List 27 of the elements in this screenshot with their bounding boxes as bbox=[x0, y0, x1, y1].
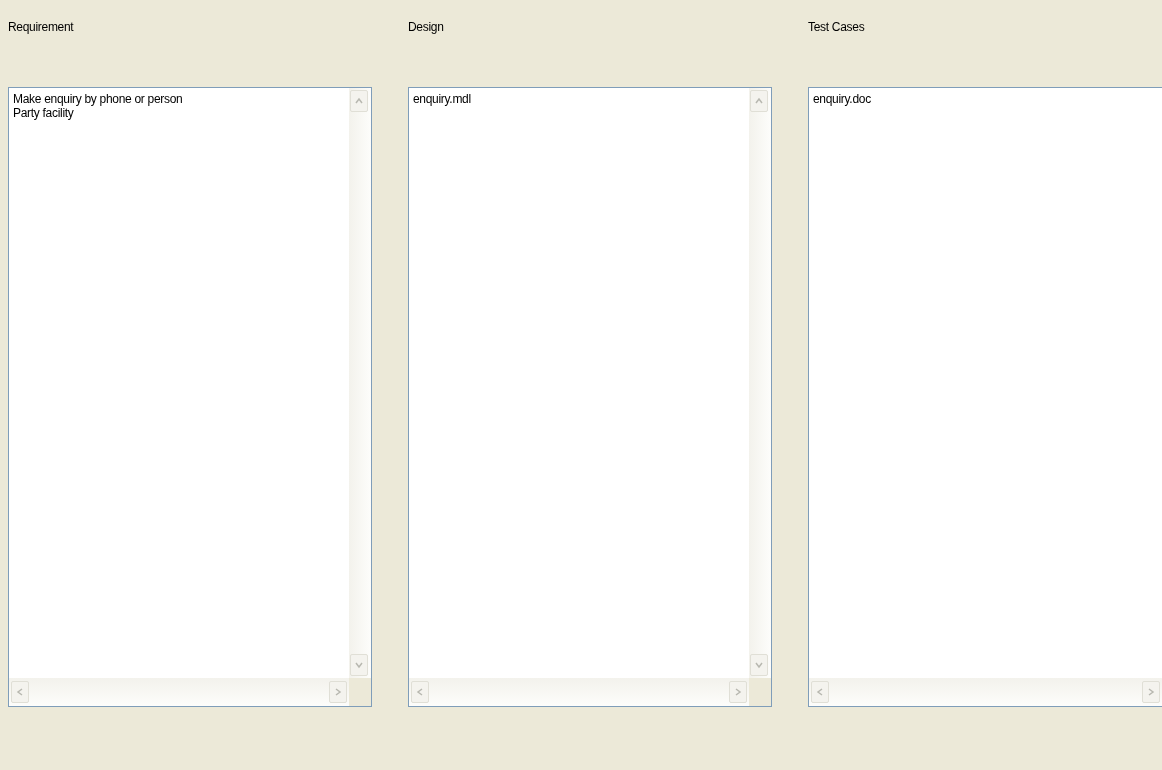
list-item[interactable]: Party facility bbox=[13, 106, 74, 120]
horizontal-scrollbar[interactable] bbox=[809, 678, 1162, 706]
column-label: Requirement bbox=[8, 20, 75, 36]
column-label: Design bbox=[408, 20, 445, 36]
list-item[interactable]: Make enquiry by phone or person bbox=[13, 92, 183, 106]
horizontal-scrollbar[interactable] bbox=[9, 678, 349, 706]
scroll-up-icon[interactable] bbox=[750, 90, 768, 112]
scroll-down-icon[interactable] bbox=[350, 654, 368, 676]
list-box[interactable]: enquiry.mdl bbox=[408, 87, 772, 707]
scroll-down-icon[interactable] bbox=[750, 654, 768, 676]
scroll-left-icon[interactable] bbox=[811, 681, 829, 703]
scroll-right-icon[interactable] bbox=[329, 681, 347, 703]
scroll-left-icon[interactable] bbox=[11, 681, 29, 703]
vertical-scrollbar[interactable] bbox=[749, 88, 771, 678]
list-box[interactable]: Make enquiry by phone or person Party facility bbox=[8, 87, 372, 707]
list-item[interactable]: enquiry.mdl bbox=[413, 92, 471, 106]
scroll-up-icon[interactable] bbox=[350, 90, 368, 112]
scrollbar-corner bbox=[749, 678, 771, 706]
scroll-right-icon[interactable] bbox=[1142, 681, 1160, 703]
column-label: Test Cases bbox=[808, 20, 866, 36]
scroll-right-icon[interactable] bbox=[729, 681, 747, 703]
list-item[interactable]: enquiry.doc bbox=[813, 92, 871, 106]
horizontal-scrollbar[interactable] bbox=[409, 678, 749, 706]
list-box[interactable]: enquiry.doc bbox=[808, 87, 1162, 707]
scroll-left-icon[interactable] bbox=[411, 681, 429, 703]
vertical-scrollbar[interactable] bbox=[349, 88, 371, 678]
scrollbar-corner bbox=[349, 678, 371, 706]
